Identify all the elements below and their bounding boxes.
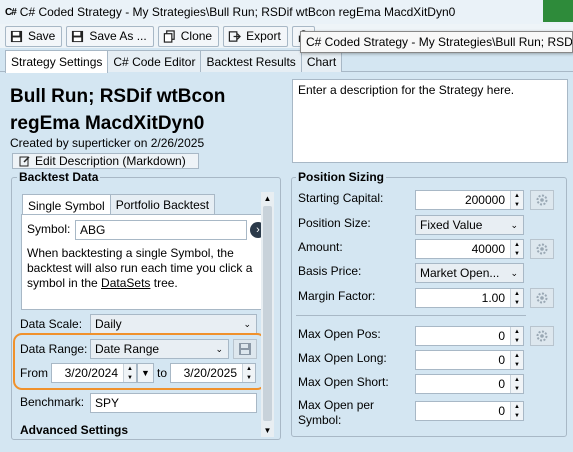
margin-factor-input[interactable]: 1.00 ▲ ▼ [415,288,524,308]
symbol-input[interactable]: ABG [75,220,247,240]
save-button[interactable]: Save [5,25,63,47]
max-open-short-spinner[interactable]: ▲ ▼ [510,375,523,393]
data-scale-value: Daily [95,317,122,331]
amount-spinner[interactable]: ▲ ▼ [510,240,523,258]
window-control-button[interactable] [543,0,573,22]
max-open-long-label: Max Open Long: [298,351,387,365]
max-open-per-symbol-spinner[interactable]: ▲ ▼ [510,402,523,420]
amount-label: Amount: [298,240,343,254]
max-open-short-input[interactable]: 0 ▲ ▼ [415,374,524,394]
export-label: Export [246,29,281,43]
basis-price-value: Market Open... [420,266,500,280]
data-scale-label: Data Scale: [20,317,83,331]
chevron-down-icon: ⌄ [510,268,518,278]
scroll-down-icon[interactable]: ▼ [261,424,274,437]
advanced-settings-label[interactable]: Advanced Settings [20,423,128,437]
main-tabs: Strategy Settings C# Code Editor Backtes… [5,50,343,73]
created-by-text: Created by superticker on 2/26/2025 [10,136,205,150]
date-range-highlight [13,333,266,390]
help-text-end: tree. [150,276,178,290]
max-open-pos-label: Max Open Pos: [298,327,381,341]
scroll-up-icon[interactable]: ▲ [261,192,274,205]
window-title: C# Coded Strategy - My Strategies\Bull R… [19,5,456,19]
edit-icon [19,156,30,167]
tab-chart[interactable]: Chart [300,50,343,72]
position-sizing-title: Position Sizing [296,170,386,184]
export-button[interactable]: Export [223,25,288,47]
amount-value: 40000 [471,242,505,256]
position-size-value: Fixed Value [420,218,483,232]
starting-capital-spinner[interactable]: ▲ ▼ [510,191,523,209]
max-open-short-value: 0 [498,377,505,391]
copy-icon [163,29,175,43]
gear-icon [536,330,548,342]
save-as-button[interactable]: Save As ... [66,25,154,47]
help-text: When backtesting a single Symbol, the ba… [27,246,267,291]
max-open-long-input[interactable]: 0 ▲ ▼ [415,350,524,370]
max-open-pos-spinner[interactable]: ▲ ▼ [510,327,523,345]
max-open-per-symbol-value: 0 [498,404,505,418]
tab-single-symbol[interactable]: Single Symbol [22,194,111,216]
strategy-title: Bull Run; RSDif wtBcon regEma MacdXitDyn… [10,86,226,134]
amount-settings-button[interactable] [530,239,554,259]
max-open-pos-settings-button[interactable] [530,326,554,346]
position-sizing-divider [296,315,526,316]
starting-capital-label: Starting Capital: [298,191,384,205]
max-open-per-symbol-label-line1: Max Open per [298,398,375,412]
starting-capital-settings-button[interactable] [530,190,554,210]
benchmark-input[interactable]: SPY [90,393,257,413]
basis-price-select[interactable]: Market Open... ⌄ [415,263,524,283]
tab-portfolio-backtest[interactable]: Portfolio Backtest [109,194,216,215]
tab-strategy-settings[interactable]: Strategy Settings [5,50,109,73]
window-controls [543,0,573,22]
edit-description-button[interactable]: Edit Description (Markdown) [12,153,199,169]
backtest-scrollbar[interactable]: ▲ ▼ [261,192,274,437]
export-icon [228,30,242,42]
backtest-data-title: Backtest Data [17,170,101,184]
benchmark-label: Benchmark: [20,395,85,409]
backtest-mode-tabs: Single Symbol Portfolio Backtest [22,194,216,216]
gear-icon [536,243,548,255]
max-open-long-spinner[interactable]: ▲ ▼ [510,351,523,369]
clone-button[interactable]: Clone [157,25,220,47]
symbol-label: Symbol: [27,222,71,236]
position-size-select[interactable]: Fixed Value ⌄ [415,215,524,235]
basis-price-label: Basis Price: [298,264,362,278]
clone-label: Clone [180,29,213,43]
save-as-label: Save As ... [89,29,147,43]
chevron-down-icon: ⌄ [510,220,518,230]
margin-factor-label: Margin Factor: [298,289,376,303]
tab-code-editor[interactable]: C# Code Editor [107,50,202,72]
edit-description-label: Edit Description (Markdown) [35,154,186,168]
margin-factor-spinner[interactable]: ▲ ▼ [510,289,523,307]
amount-input[interactable]: 40000 ▲ ▼ [415,239,524,259]
max-open-pos-input[interactable]: 0 ▲ ▼ [415,326,524,346]
starting-capital-input[interactable]: 200000 ▲ ▼ [415,190,524,210]
single-symbol-panel: Symbol: ABG › When backtesting a single … [21,214,272,310]
gear-icon [536,194,548,206]
max-open-per-symbol-label-line2: Symbol: [298,413,342,427]
position-size-label: Position Size: [298,216,371,230]
title-tooltip: C# Coded Strategy - My Strategies\Bull R… [300,31,573,53]
scrollbar-thumb[interactable] [263,206,272,421]
floppy-disk-icon [72,30,84,42]
tab-backtest-results[interactable]: Backtest Results [200,50,302,72]
save-label: Save [28,29,56,43]
max-open-per-symbol-input[interactable]: 0 ▲ ▼ [415,401,524,421]
max-open-short-label: Max Open Short: [298,375,389,389]
datasets-link[interactable]: DataSets [101,276,150,290]
app-icon: C# [5,6,17,18]
floppy-disk-icon [10,30,23,42]
margin-factor-value: 1.00 [481,291,505,305]
max-open-long-value: 0 [498,353,505,367]
title-bar: C# C# Coded Strategy - My Strategies\Bul… [0,0,573,24]
description-textarea[interactable]: Enter a description for the Strategy her… [292,79,568,163]
chevron-down-icon: ⌄ [243,319,251,329]
gear-icon [536,292,548,304]
margin-factor-settings-button[interactable] [530,288,554,308]
data-scale-select[interactable]: Daily ⌄ [90,314,257,334]
starting-capital-value: 200000 [464,193,505,207]
max-open-pos-value: 0 [498,329,505,343]
